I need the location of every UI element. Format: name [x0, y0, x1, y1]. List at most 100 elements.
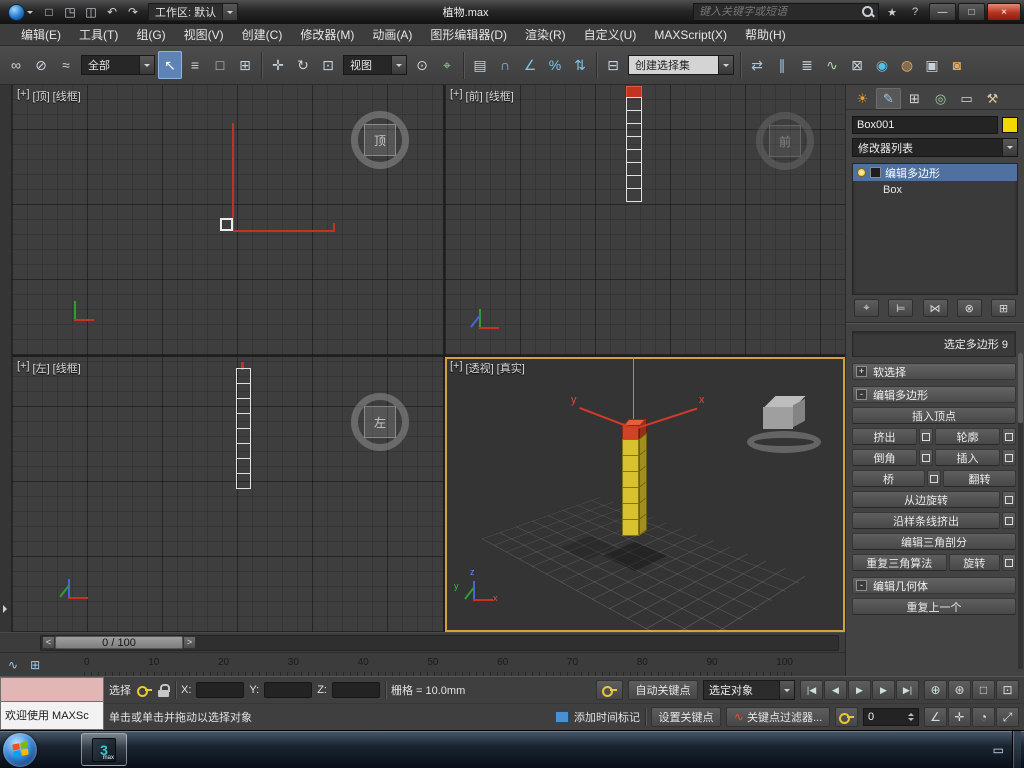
menu-item[interactable]: 修改器(M) — [291, 24, 363, 45]
keyboard-override-icon[interactable]: ▤ — [468, 51, 492, 79]
zoom-extents-icon[interactable]: □ — [972, 680, 995, 701]
object-name-field[interactable] — [852, 116, 998, 134]
menu-item[interactable]: 图形编辑器(D) — [421, 24, 516, 45]
rendered-frame-icon[interactable]: ▣ — [920, 51, 944, 79]
viewport-pov-button[interactable]: [顶] — [33, 88, 50, 104]
undo-icon[interactable]: ↶ — [102, 2, 122, 22]
bind-spacewarp-icon[interactable]: ≈ — [54, 51, 78, 79]
link-icon[interactable]: ∞ — [4, 51, 28, 79]
workspace-dropdown[interactable]: 工作区: 默认 — [148, 3, 239, 21]
time-slider-track[interactable]: < 0 / 100 > — [40, 634, 839, 651]
insert-vertex-button[interactable]: 插入顶点 — [852, 407, 1016, 424]
spinner-arrows[interactable] — [908, 710, 914, 724]
redo-icon[interactable]: ↷ — [123, 2, 143, 22]
turn-settings-button[interactable] — [1002, 554, 1016, 571]
menu-item[interactable]: 视图(V) — [175, 24, 233, 45]
select-object-icon[interactable]: ↖ — [158, 51, 182, 79]
collapse-icon[interactable]: - — [856, 389, 867, 400]
pin-stack-icon[interactable]: ⌖ — [854, 299, 879, 317]
open-file-icon[interactable]: ◳ — [60, 2, 80, 22]
percent-snap-icon[interactable]: % — [543, 51, 567, 79]
orbit-icon[interactable]: ◔ — [972, 707, 995, 728]
render-setup-icon[interactable]: ◍ — [895, 51, 919, 79]
outline-button[interactable]: 轮廓 — [935, 428, 1000, 445]
listener-row[interactable]: 欢迎使用 MAXSc — [0, 702, 104, 730]
rollout-edit-polygons[interactable]: - 编辑多边形 — [852, 386, 1016, 403]
rect-region-icon[interactable]: □ — [208, 51, 232, 79]
window-crossing-icon[interactable]: ⊞ — [233, 51, 257, 79]
hinge-from-edge-button[interactable]: 从边旋转 — [852, 491, 1000, 508]
time-slider-handle[interactable]: 0 / 100 — [55, 636, 183, 649]
select-by-name-icon[interactable]: ≡ — [183, 51, 207, 79]
panel-scrollbar[interactable] — [1018, 353, 1023, 669]
extrude-along-spline-settings-button[interactable] — [1002, 512, 1016, 529]
menu-item[interactable]: 创建(C) — [233, 24, 292, 45]
viewport-front[interactable]: [+] [前] [线框] 前 — [445, 85, 845, 355]
box-object-wireframe[interactable] — [626, 86, 642, 202]
time-tag-icon[interactable] — [555, 711, 569, 724]
add-time-tag-label[interactable]: 添加时间标记 — [574, 709, 640, 725]
viewport-menu-button[interactable]: [+] — [450, 88, 463, 104]
x-coordinate-field[interactable] — [196, 682, 245, 699]
save-icon[interactable]: ◫ — [81, 2, 101, 22]
menu-item[interactable]: 编辑(E) — [12, 24, 70, 45]
schematic-view-icon[interactable]: ⊠ — [845, 51, 869, 79]
viewcube-side-face[interactable] — [793, 398, 805, 428]
help-icon[interactable]: ? — [904, 2, 926, 22]
menu-item[interactable]: 组(G) — [127, 24, 174, 45]
turn-button[interactable]: 旋转 — [948, 554, 1000, 571]
zoom-icon[interactable]: ⊕ — [924, 680, 947, 701]
tab-motion-icon[interactable]: ◎ — [928, 88, 953, 109]
z-coordinate-field[interactable] — [331, 682, 380, 699]
viewport-menu-button[interactable]: [+] — [17, 360, 30, 376]
box-object-wireframe[interactable] — [236, 368, 251, 489]
y-coordinate-field[interactable] — [264, 682, 313, 699]
viewcube-face[interactable]: 前 — [769, 125, 801, 157]
bevel-button[interactable]: 倒角 — [852, 449, 917, 466]
show-end-result-icon[interactable]: ⊨ — [888, 299, 914, 317]
extrude-button[interactable]: 挤出 — [852, 428, 917, 445]
scale-icon[interactable]: ⊡ — [316, 51, 340, 79]
modifier-stack-item-edit-poly[interactable]: 编辑多边形 — [853, 164, 1017, 181]
viewcube-gizmo[interactable]: 左 — [351, 393, 409, 451]
viewport-menu-button[interactable]: [+] — [17, 88, 30, 104]
extrude-settings-button[interactable] — [919, 428, 933, 445]
scrollbar-thumb[interactable] — [1018, 353, 1023, 423]
viewcube-face[interactable]: 顶 — [364, 124, 396, 156]
show-desktop-button[interactable] — [1012, 730, 1021, 768]
tab-modify-icon[interactable]: ✎ — [876, 88, 901, 109]
track-bar-ruler[interactable]: 0 10 20 30 40 50 60 70 80 90 100 — [84, 653, 793, 676]
viewcube-gizmo[interactable]: 顶 — [351, 111, 409, 169]
viewcube-ring[interactable] — [747, 431, 821, 453]
expand-arrow-icon[interactable] — [3, 605, 11, 613]
flip-button[interactable]: 翻转 — [943, 470, 1016, 487]
set-key-toggle-button[interactable] — [596, 680, 623, 701]
tab-utilities-icon[interactable]: ⚒ — [980, 88, 1005, 109]
bridge-settings-button[interactable] — [927, 470, 941, 487]
close-button[interactable]: × — [987, 3, 1021, 21]
zoom-region-icon[interactable]: ∠ — [924, 707, 947, 728]
manipulate-icon[interactable]: ⌖ — [435, 51, 459, 79]
edit-triangulation-button[interactable]: 编辑三角剖分 — [852, 533, 1016, 550]
menu-item[interactable]: 帮助(H) — [736, 24, 795, 45]
mirror-icon[interactable]: ⇄ — [745, 51, 769, 79]
zoom-all-icon[interactable]: ⊛ — [948, 680, 971, 701]
start-button[interactable] — [3, 732, 37, 767]
goto-start-button[interactable]: |◀ — [800, 680, 823, 701]
pivot-center-icon[interactable]: ⊙ — [410, 51, 434, 79]
viewport-left[interactable]: [+] [左] [线框] 左 — [12, 357, 443, 632]
menu-item[interactable]: MAXScript(X) — [645, 24, 736, 45]
align-icon[interactable]: ∥ — [770, 51, 794, 79]
rollout-edit-geometry[interactable]: - 编辑几何体 — [852, 577, 1016, 594]
goto-end-button[interactable]: ▶| — [896, 680, 919, 701]
selection-filter-dropdown[interactable]: 全部 — [81, 55, 155, 75]
remove-modifier-icon[interactable]: ⊗ — [956, 299, 982, 317]
auto-key-button[interactable]: 自动关键点 — [628, 680, 698, 701]
viewport-pov-button[interactable]: [左] — [33, 360, 50, 376]
tab-hierarchy-icon[interactable]: ⊞ — [902, 88, 927, 109]
next-frame-arrow[interactable]: > — [183, 636, 196, 649]
set-key-button[interactable]: 设置关键点 — [651, 707, 721, 728]
named-selection-sets-dropdown[interactable]: 创建选择集 — [628, 55, 734, 75]
viewport-shading-button[interactable]: [真实] — [497, 360, 525, 376]
menu-item[interactable]: 渲染(R) — [516, 24, 575, 45]
